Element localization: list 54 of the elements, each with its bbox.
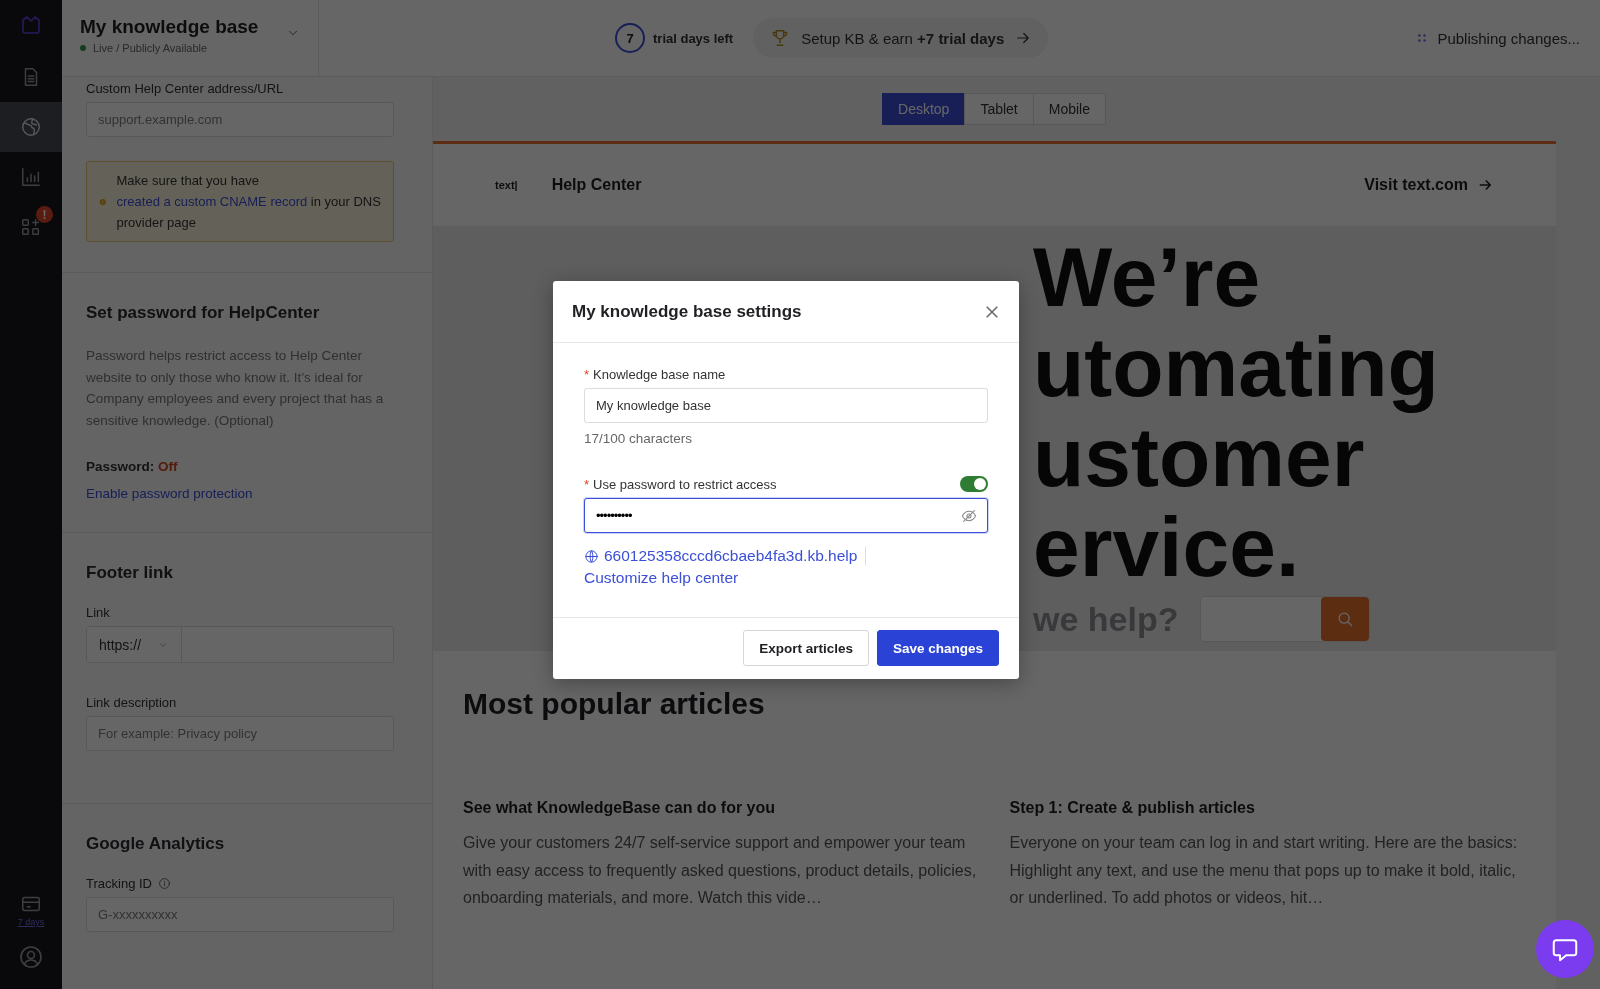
- field-label: Tracking ID: [86, 876, 152, 891]
- hero-headline: ervice.: [1033, 502, 1301, 592]
- user-icon: [19, 945, 43, 969]
- status-text: Live / Publicly Available: [93, 42, 208, 54]
- password-status: Password: Off: [86, 459, 179, 474]
- section-title: Footer link: [86, 563, 174, 583]
- alert-badge: !: [36, 206, 53, 223]
- knowledge-base-title: My knowledge base: [80, 16, 259, 38]
- site-logo: text|: [495, 179, 518, 191]
- article-title[interactable]: See what KnowledgeBase can do for you: [463, 799, 980, 817]
- customize-link[interactable]: Customize help center: [584, 569, 739, 587]
- device-tab[interactable]: Mobile: [1032, 93, 1106, 125]
- character-counter: 17/100 characters: [584, 431, 694, 446]
- article-excerpt: Everyone on your team can log in and start writing. Here are the basics: Highlight any text, and use the menu that pops up to make it bold, italic, or underlined. To add photos or videos, hit…: [1009, 833, 1519, 908]
- save-button[interactable]: Save changes: [876, 630, 999, 666]
- help-center-url-link[interactable]: 660125358cccd6cbaeb4fa3d.kb.help: [604, 547, 867, 565]
- trial-days-count: 7: [615, 23, 645, 53]
- visit-site-link[interactable]: Visit text.com: [1364, 176, 1494, 194]
- field-label: * Use password to restrict access: [584, 476, 777, 492]
- article-excerpt: Give your customers 24/7 self-service support and empower your team with easy access to frequently asked questions, product details, policies, onboarding materials, and more. Watch this vide…: [463, 833, 978, 908]
- password-input[interactable]: ••••••••••: [584, 498, 988, 533]
- info-icon: [158, 877, 171, 890]
- name-input[interactable]: My knowledge base: [584, 388, 988, 423]
- globe-icon: [20, 116, 42, 138]
- enable-password-link[interactable]: Enable password protection: [86, 486, 253, 501]
- cname-link[interactable]: created a custom CNAME record: [116, 194, 308, 209]
- field-label: * Knowledge base name: [584, 367, 726, 382]
- device-tab[interactable]: Tablet: [964, 93, 1034, 125]
- export-button[interactable]: Export articles: [743, 630, 869, 666]
- setup-promo-button[interactable]: Setup KB & earn +7 trial days: [753, 18, 1049, 58]
- grid-icon: [20, 216, 42, 238]
- section-heading: Most popular articles: [463, 687, 766, 721]
- hero-headline: We’re: [1033, 232, 1262, 322]
- field-label: Link description: [86, 695, 178, 710]
- password-toggle[interactable]: [960, 476, 988, 492]
- warning-text: Make sure that you have created a custom CNAME record in your DNS provider page: [116, 172, 381, 232]
- nav-item[interactable]: [0, 102, 62, 152]
- nav-item[interactable]: !: [0, 202, 62, 252]
- section-title: Google Analytics: [86, 834, 226, 854]
- device-tab[interactable]: Desktop: [882, 93, 966, 125]
- field-label: Custom Help Center address/URL: [86, 81, 285, 96]
- trial-days-label: trial days left: [653, 30, 734, 46]
- hero-headline: ustomer: [1033, 412, 1365, 502]
- field-label: Link: [86, 605, 111, 620]
- search-field[interactable]: [1200, 596, 1371, 642]
- publishing-status: Publishing changes...: [1437, 29, 1580, 47]
- eye-off-icon: [961, 508, 977, 524]
- hero-headline: utomating: [1033, 322, 1440, 412]
- bar-chart-icon: [20, 166, 42, 188]
- globe-icon: [584, 548, 599, 564]
- article-title[interactable]: Step 1: Create & publish articles: [1009, 799, 1526, 817]
- dialog-title: My knowledge base settings: [572, 301, 802, 322]
- site-title: Help Center: [551, 176, 642, 194]
- section-title: Set password for HelpCenter: [86, 303, 321, 323]
